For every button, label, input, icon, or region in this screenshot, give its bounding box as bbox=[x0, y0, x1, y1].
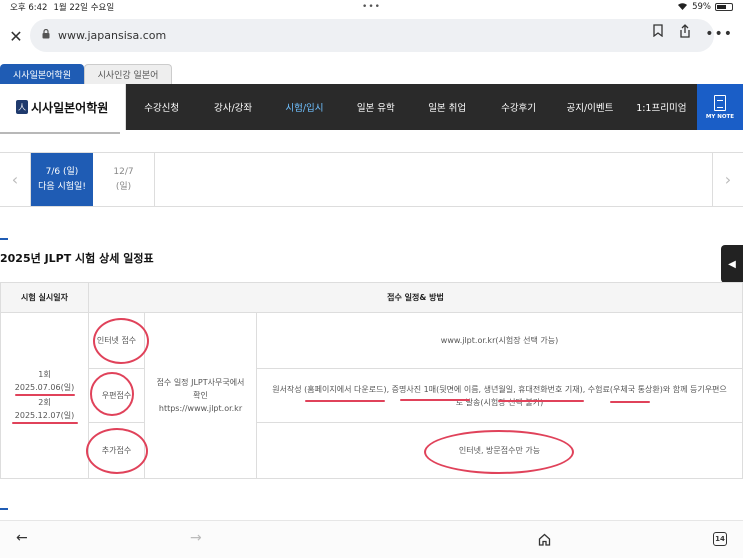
nav-menu: 수강신청 강사/강좌 시험/입시 일본 유학 일본 취업 수강후기 공지/이벤트… bbox=[126, 84, 697, 130]
browser-toolbar: ✕ www.japansisa.com ••• bbox=[0, 16, 743, 56]
annotation-circle bbox=[93, 318, 149, 364]
date-tab-date: 7/6 (일) bbox=[45, 166, 79, 177]
section-divider bbox=[0, 238, 8, 240]
date-tab-december[interactable]: 12/7 (일) bbox=[93, 153, 155, 206]
site-tabs: 시사일본어학원 시사인강 일본어 bbox=[0, 64, 172, 84]
back-button[interactable]: ← bbox=[16, 530, 28, 546]
header-exam-date: 시험 실시일자 bbox=[0, 282, 89, 313]
header-method: 접수 일정& 방법 bbox=[88, 282, 743, 313]
share-icon[interactable] bbox=[679, 24, 691, 42]
exam-date-1: 2025.07.06(일) bbox=[14, 382, 75, 392]
status-bar: 오후 6:42 1월 22일 수요일 ••• 59% bbox=[0, 0, 743, 14]
exam-round-1: 1회 bbox=[38, 369, 51, 379]
tabs-count-button[interactable]: 14 bbox=[713, 532, 727, 546]
annotation-underline bbox=[305, 400, 385, 402]
date-tab-sub: (일) bbox=[115, 181, 132, 192]
nav-item-notice[interactable]: 공지/이벤트 bbox=[554, 100, 625, 114]
exam-date-selector: ‹ 7/6 (일) 다음 시험일! 12/7 (일) › bbox=[0, 152, 743, 207]
annotation-underline bbox=[400, 399, 470, 401]
close-icon[interactable]: ✕ bbox=[2, 27, 30, 46]
schedule-note: 접수 일정 JLPT사무국에서 확인 https://www.jlpt.or.k… bbox=[144, 312, 257, 479]
nav-item-study-abroad[interactable]: 일본 유학 bbox=[340, 100, 411, 114]
nav-item-jobs[interactable]: 일본 취업 bbox=[412, 100, 483, 114]
my-note-button[interactable]: MY NOTE bbox=[697, 84, 743, 130]
bookmark-icon[interactable] bbox=[653, 24, 663, 42]
exam-round-2: 2회 bbox=[38, 397, 51, 407]
side-panel-toggle-icon[interactable]: ◀ bbox=[721, 245, 743, 283]
annotation-circle bbox=[86, 428, 148, 474]
my-note-label: MY NOTE bbox=[705, 113, 735, 120]
logo-text: 시사일본어학원 bbox=[31, 100, 109, 115]
status-date: 1월 22일 수요일 bbox=[53, 3, 115, 13]
nav-item-reviews[interactable]: 수강후기 bbox=[483, 100, 554, 114]
battery-icon bbox=[715, 3, 733, 11]
main-nav: 人 시사일본어학원 수강신청 강사/강좌 시험/입시 일본 유학 일본 취업 수… bbox=[0, 84, 743, 130]
more-options-button[interactable]: ••• bbox=[705, 26, 733, 42]
date-tab-july[interactable]: 7/6 (일) 다음 시험일! bbox=[31, 153, 93, 206]
nav-item-enroll[interactable]: 수강신청 bbox=[126, 100, 197, 114]
browser-bottom-bar: ← → 14 bbox=[0, 520, 743, 558]
section-divider bbox=[0, 508, 8, 510]
home-icon[interactable] bbox=[538, 533, 551, 550]
wifi-icon bbox=[677, 2, 688, 13]
chevron-right-icon[interactable]: › bbox=[712, 153, 743, 206]
url-text: www.japansisa.com bbox=[58, 29, 167, 42]
site-tab-online[interactable]: 시사인강 일본어 bbox=[84, 64, 172, 84]
nav-item-exams[interactable]: 시험/입시 bbox=[269, 100, 340, 114]
note-icon bbox=[714, 94, 726, 111]
annotation-underline bbox=[11, 421, 78, 424]
detail-mail: 원서작성 (홈페이지에서 다운로드), 증명사진 1매(뒷면에 이름, 생년월일… bbox=[256, 368, 743, 423]
exam-date-2: 2025.12.07(일) bbox=[14, 410, 75, 420]
site-logo[interactable]: 人 시사일본어학원 bbox=[0, 84, 126, 130]
multitask-dots[interactable]: ••• bbox=[362, 2, 381, 12]
lock-icon bbox=[42, 28, 50, 42]
nav-item-teachers[interactable]: 강사/강좌 bbox=[197, 100, 268, 114]
address-bar[interactable]: www.japansisa.com bbox=[30, 19, 714, 52]
annotation-circle bbox=[424, 430, 574, 474]
date-tab-sub: 다음 시험일! bbox=[38, 181, 86, 192]
detail-internet: www.jlpt.or.kr(시험장 선택 가능) bbox=[256, 312, 743, 369]
status-time: 오후 6:42 bbox=[10, 3, 48, 13]
section-title: 2025년 JLPT 시험 상세 일정표 bbox=[0, 252, 154, 265]
cut-off-heading bbox=[0, 130, 130, 136]
battery-percent: 59% bbox=[692, 2, 711, 12]
forward-button[interactable]: → bbox=[190, 530, 202, 546]
annotation-underline bbox=[610, 401, 650, 403]
date-tab-date: 12/7 bbox=[113, 166, 134, 177]
annotation-underline bbox=[498, 400, 584, 402]
logo-mark-icon: 人 bbox=[16, 100, 28, 114]
exam-dates-cell: 1회 2025.07.06(일) 2회 2025.12.07(일) bbox=[0, 312, 89, 479]
chevron-left-icon[interactable]: ‹ bbox=[0, 153, 31, 206]
nav-item-premium[interactable]: 1:1프리미엄 bbox=[626, 100, 697, 114]
site-tab-academy[interactable]: 시사일본어학원 bbox=[0, 64, 84, 84]
annotation-circle bbox=[90, 372, 134, 416]
